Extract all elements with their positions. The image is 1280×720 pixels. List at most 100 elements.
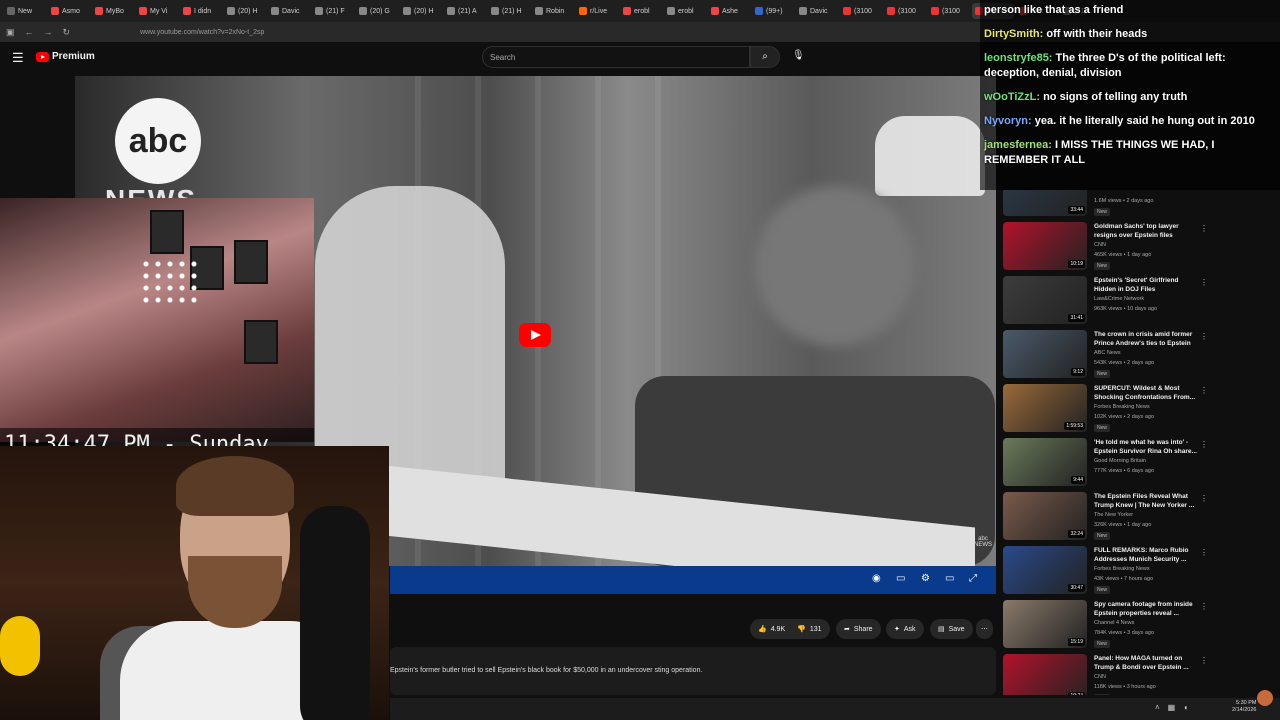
avatar[interactable] <box>1257 690 1273 706</box>
video-thumbnail[interactable]: 33:44 <box>1003 190 1087 216</box>
browser-tab[interactable]: (3100 <box>928 3 970 19</box>
channel-name[interactable]: The New Yorker <box>1094 512 1133 518</box>
autoplay-toggle-icon[interactable]: ◉ <box>872 573 881 584</box>
fullscreen-icon[interactable]: ⤢ <box>969 573 977 584</box>
settings-gear-icon[interactable]: ⚙ <box>921 573 930 584</box>
more-options-icon[interactable]: ⋮ <box>1200 224 1208 233</box>
browser-tab[interactable]: My Vi <box>136 3 178 19</box>
channel-name[interactable]: ABC News <box>1094 350 1121 356</box>
browser-tab[interactable]: (21) A <box>444 3 486 19</box>
video-title[interactable]: The crown in crisis amid former Prince A… <box>1094 330 1202 348</box>
url-field[interactable]: www.youtube.com/watch?v=2xNo-t_2sp <box>140 29 264 36</box>
video-title[interactable]: Spy camera footage from inside Epstein p… <box>1094 600 1202 618</box>
more-options-icon[interactable]: ⋮ <box>1200 278 1208 287</box>
video-title[interactable]: Epstein's 'Secret' Girlfriend Hidden in … <box>1094 276 1202 294</box>
video-title[interactable]: 'He told me what he was into' - Epstein … <box>1094 438 1202 456</box>
channel-name[interactable]: Forbes Breaking News <box>1094 404 1150 410</box>
video-thumbnail[interactable]: 1:59:53 <box>1003 384 1087 432</box>
dislike-count[interactable]: 131 <box>810 626 822 633</box>
search-input[interactable]: Search <box>482 46 750 68</box>
browser-tab[interactable]: (20) G <box>356 3 398 19</box>
share-button[interactable]: ➦ Share <box>836 619 881 639</box>
microphone-icon[interactable]: 🎙 <box>792 50 805 61</box>
browser-tab[interactable]: erobl <box>620 3 662 19</box>
video-title[interactable]: SUPERCUT: Wildest & Most Shocking Confro… <box>1094 384 1202 402</box>
ask-button[interactable]: ✦ Ask <box>886 619 924 639</box>
chat-username[interactable]: leonstryfe85: <box>984 52 1052 64</box>
recommended-video[interactable]: 30:47 FULL REMARKS: Marco Rubio Addresses… <box>1003 546 1273 598</box>
browser-tab[interactable]: (3100 <box>840 3 882 19</box>
chevron-up-icon[interactable]: ˄ <box>1155 703 1160 712</box>
browser-tab[interactable]: MyBo <box>92 3 134 19</box>
chat-username[interactable]: jamesfernea: <box>984 139 1052 151</box>
browser-tab[interactable]: r/Live <box>576 3 618 19</box>
volume-icon[interactable]: ◖ <box>1183 703 1188 712</box>
channel-name[interactable]: Law&Crime Network <box>1094 296 1144 302</box>
recommended-video[interactable]: 9:12 The crown in crisis amid former Prin… <box>1003 330 1273 382</box>
more-options-icon[interactable]: ⋮ <box>1200 386 1208 395</box>
video-thumbnail[interactable]: 10:24 <box>1003 654 1087 695</box>
more-options-icon[interactable]: ⋮ <box>1200 440 1208 449</box>
video-thumbnail[interactable]: 9:12 <box>1003 330 1087 378</box>
browser-tab[interactable]: Asmo <box>48 3 90 19</box>
browser-tab[interactable]: Robin <box>532 3 574 19</box>
recommended-video[interactable]: 31:41 Epstein's 'Secret' Girlfriend Hidde… <box>1003 276 1273 328</box>
browser-tab[interactable]: (99+) <box>752 3 794 19</box>
play-button[interactable] <box>519 323 551 347</box>
browser-tab[interactable]: (3100 <box>884 3 926 19</box>
video-title[interactable]: Goldman Sachs' top lawyer resigns over E… <box>1094 222 1202 240</box>
channel-name[interactable]: Good Morning Britain <box>1094 458 1146 464</box>
more-options-icon[interactable]: ⋮ <box>1200 602 1208 611</box>
chat-username[interactable]: wOoTiZzL: <box>984 91 1040 103</box>
video-thumbnail[interactable]: 9:44 <box>1003 438 1087 486</box>
recommended-video[interactable]: 10:24 Panel: How MAGA turned on Trump & B… <box>1003 654 1273 695</box>
video-thumbnail[interactable]: 31:41 <box>1003 276 1087 324</box>
video-title[interactable]: FULL REMARKS: Marco Rubio Addresses Muni… <box>1094 546 1202 564</box>
video-thumbnail[interactable]: 30:47 <box>1003 546 1087 594</box>
browser-tab[interactable]: Davic <box>796 3 838 19</box>
browser-tab[interactable]: (21) H <box>488 3 530 19</box>
browser-tab[interactable]: Davic <box>268 3 310 19</box>
browser-tab[interactable]: New <box>4 3 46 19</box>
video-thumbnail[interactable]: 10:19 <box>1003 222 1087 270</box>
menu-icon[interactable]: ☰ <box>12 50 24 66</box>
forward-icon[interactable]: → <box>44 27 53 37</box>
recommended-video[interactable]: 10:19 Goldman Sachs' top lawyer resigns o… <box>1003 222 1273 274</box>
more-options-icon[interactable]: ⋮ <box>1200 656 1208 665</box>
chat-username[interactable]: DirtySmith: <box>984 28 1043 40</box>
back-icon[interactable]: ← <box>25 27 34 37</box>
browser-tab[interactable]: I didn <box>180 3 222 19</box>
browser-tab[interactable]: erobl <box>664 3 706 19</box>
captions-icon[interactable]: ▭ <box>896 573 905 584</box>
recommended-video[interactable]: 15:19 Spy camera footage from inside Epst… <box>1003 600 1273 652</box>
dislike-icon[interactable]: 👎 <box>797 625 806 633</box>
channel-name[interactable]: Channel 4 News <box>1094 620 1134 626</box>
video-title[interactable]: The Epstein Files Reveal What Trump Knew… <box>1094 492 1202 510</box>
video-thumbnail[interactable]: 15:19 <box>1003 600 1087 648</box>
network-icon[interactable]: ▦ <box>1168 703 1176 712</box>
description-box[interactable]: Epstein's former butler tried to sell Ep… <box>390 647 996 695</box>
recommended-video[interactable]: 9:44 'He told me what he was into' - Epst… <box>1003 438 1273 490</box>
browser-tab[interactable]: (20) H <box>400 3 442 19</box>
browser-tab[interactable]: (21) F <box>312 3 354 19</box>
more-options-icon[interactable]: ⋮ <box>1200 548 1208 557</box>
recommended-video[interactable]: 1:59:53 SUPERCUT: Wildest & Most Shocking… <box>1003 384 1273 436</box>
tray-clock[interactable]: 5:30 PM 2/14/2026 <box>1232 700 1256 714</box>
browser-tab[interactable]: (20) H <box>224 3 266 19</box>
theater-mode-icon[interactable]: ▭ <box>945 573 954 584</box>
browser-tab[interactable]: Ashe <box>708 3 750 19</box>
sidebar-toggle-icon[interactable]: ▣ <box>6 27 15 38</box>
more-options-icon[interactable]: ⋮ <box>1200 494 1208 503</box>
like-icon[interactable]: 👍 <box>758 625 767 633</box>
video-thumbnail[interactable]: 32:24 <box>1003 492 1087 540</box>
chat-username[interactable]: Nyvoryn: <box>984 115 1032 127</box>
search-button[interactable]: ⌕ <box>750 46 780 68</box>
recommended-video[interactable]: 32:24 The Epstein Files Reveal What Trump… <box>1003 492 1273 544</box>
channel-name[interactable]: CNN <box>1094 242 1106 248</box>
more-options-icon[interactable]: ⋮ <box>1200 332 1208 341</box>
channel-name[interactable]: Forbes Breaking News <box>1094 566 1150 572</box>
like-count[interactable]: 4.9K <box>771 626 785 633</box>
channel-name[interactable]: CNN <box>1094 674 1106 680</box>
youtube-logo[interactable]: Premium <box>36 51 95 62</box>
recommended-video[interactable]: 33:441.6M views • 2 days agoNew⋮ <box>1003 190 1273 220</box>
